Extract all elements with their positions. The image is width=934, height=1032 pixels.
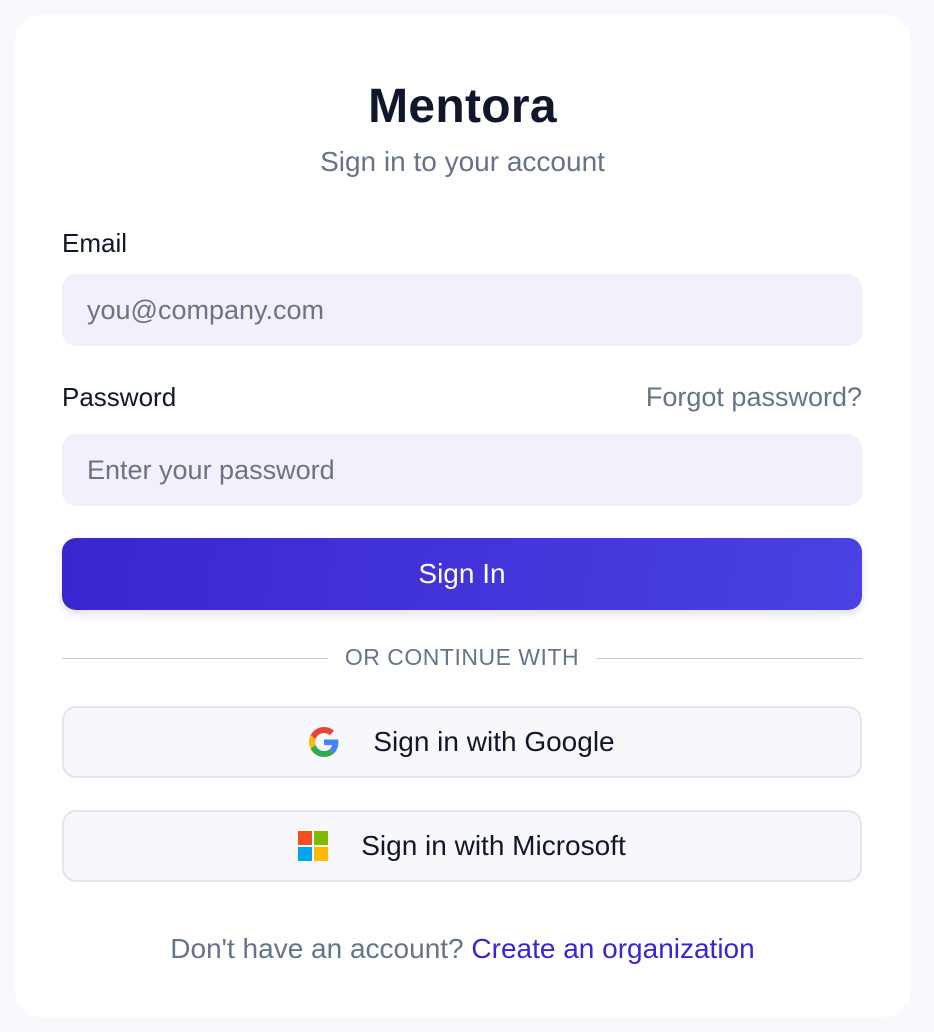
- password-label: Password: [62, 382, 177, 412]
- or-divider: OR CONTINUE WITH: [62, 643, 862, 673]
- google-icon: [309, 727, 339, 757]
- signup-prompt-text: Don't have an account?: [170, 933, 464, 964]
- google-button-label: Sign in with Google: [373, 726, 615, 757]
- password-field[interactable]: [62, 434, 862, 506]
- login-card: Mentora Sign in to your account Email Pa…: [15, 15, 910, 1017]
- microsoft-icon: [298, 831, 329, 861]
- microsoft-button-label: Sign in with Microsoft: [361, 830, 626, 861]
- page-subtitle: Sign in to your account: [320, 146, 605, 177]
- divider-line-right: [596, 658, 862, 659]
- sign-in-button[interactable]: Sign In: [62, 538, 862, 610]
- forgot-password-link[interactable]: Forgot password?: [646, 382, 862, 413]
- create-organization-link[interactable]: Create an organization: [471, 933, 754, 964]
- email-field[interactable]: [62, 274, 862, 346]
- signup-prompt: Don't have an account? Create an organiz…: [15, 933, 910, 965]
- email-label: Email: [62, 228, 128, 258]
- google-sign-in-button[interactable]: Sign in with Google: [62, 706, 862, 778]
- app-logo-title: Mentora: [368, 80, 557, 133]
- microsoft-sign-in-button[interactable]: Sign in with Microsoft: [62, 810, 862, 882]
